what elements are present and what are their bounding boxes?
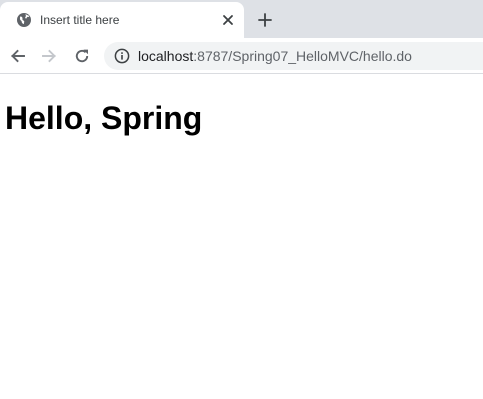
reload-icon[interactable] bbox=[73, 47, 91, 65]
page-heading: Hello, Spring bbox=[5, 100, 203, 136]
active-tab[interactable]: Insert title here bbox=[0, 2, 244, 38]
close-icon[interactable] bbox=[221, 13, 235, 27]
address-bar[interactable]: localhost:8787/Spring07_HelloMVC/hello.d… bbox=[104, 42, 483, 70]
url-path: :8787/Spring07_HelloMVC/hello.do bbox=[193, 48, 412, 64]
tab-strip: Insert title here bbox=[0, 0, 483, 38]
page-content: Hello, Spring bbox=[0, 75, 483, 399]
back-arrow-icon[interactable] bbox=[9, 47, 27, 65]
browser-toolbar: localhost:8787/Spring07_HelloMVC/hello.d… bbox=[0, 38, 483, 74]
globe-icon bbox=[16, 12, 32, 28]
info-icon[interactable] bbox=[114, 48, 130, 64]
url-host: localhost bbox=[138, 48, 194, 64]
new-tab-plus-icon[interactable] bbox=[257, 12, 273, 28]
forward-arrow-icon[interactable] bbox=[40, 47, 58, 65]
url-text: localhost:8787/Spring07_HelloMVC/hello.d… bbox=[138, 48, 412, 64]
tab-title: Insert title here bbox=[40, 13, 120, 27]
